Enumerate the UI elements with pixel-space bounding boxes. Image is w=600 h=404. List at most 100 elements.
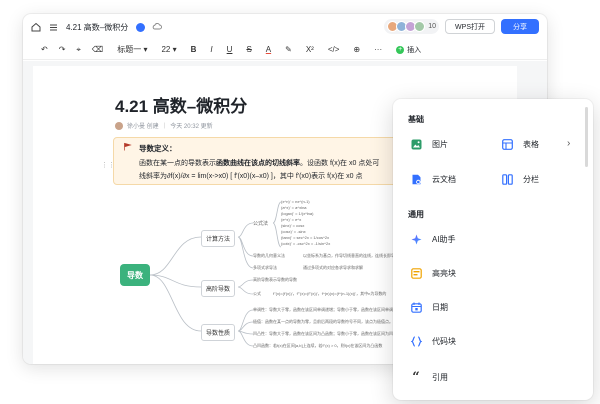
- window-doc-title[interactable]: 4.21 高数–微积分: [66, 22, 128, 33]
- mindmap-formula: (a^x)' = a^xlna: [281, 205, 307, 210]
- panel-item-highlight-block[interactable]: 高亮块: [410, 265, 456, 281]
- panel-item-label: 表格: [523, 139, 539, 149]
- avatar: [414, 21, 426, 32]
- mindmap-note: 高阶导数表示导数的导数: [253, 277, 297, 282]
- heading-select-value: 标题一: [117, 45, 142, 54]
- panel-item-label: 引用: [432, 372, 448, 382]
- format-toolbar: ↶ ↷ ⌖ ⌫ 标题一 ▾ 22 ▾ B I U S A ✎ X² </> ⊕ …: [23, 40, 547, 60]
- panel-item-label: 高亮块: [432, 268, 456, 278]
- strikethrough-button[interactable]: S: [246, 45, 251, 54]
- menu-icon[interactable]: [49, 23, 58, 32]
- link-icon[interactable]: ⊕: [353, 45, 360, 54]
- panel-item-cloud-doc[interactable]: 云文档: [410, 171, 456, 187]
- mindmap-formula: (logax)' = 1/(x*lna): [281, 211, 314, 216]
- mindmap-branch-calc[interactable]: 计算方法: [201, 230, 236, 247]
- page-title[interactable]: 4.21 高数–微积分: [115, 92, 247, 117]
- mindmap-note: 公式: [253, 291, 261, 296]
- mindmap-note: 凸凹函数：若f(x)在区间[a,b]上连续，若f''(x) > 0，则f(x)在…: [253, 343, 383, 348]
- insert-panel: 基础 图片 表格 › 云文档 分栏 通用 AI助手 高亮块 日期 代码块 “ 引…: [393, 99, 593, 400]
- mindmap-root[interactable]: 导数: [120, 264, 150, 286]
- italic-button[interactable]: I: [210, 45, 212, 54]
- clear-format-icon[interactable]: ⌫: [92, 45, 103, 54]
- bold-button[interactable]: B: [191, 45, 197, 54]
- underline-button[interactable]: U: [227, 45, 233, 54]
- mindmap-formula: (cotx)' = -csc^2x = -1/sin^2x: [281, 241, 331, 246]
- mindmap-formula: (e^x)' = e^x: [281, 217, 302, 222]
- calendar-icon: [410, 301, 422, 313]
- font-size-value: 22: [161, 45, 171, 54]
- mindmap-branch-higher[interactable]: 高阶导数: [201, 280, 236, 297]
- callout-line-1-suffix: 。设函数 f(x)在 x0 点处可: [300, 160, 380, 167]
- wps-open-button[interactable]: WPS打开: [445, 19, 495, 34]
- share-button[interactable]: 分享: [501, 19, 539, 34]
- table-icon: [501, 138, 513, 150]
- home-icon[interactable]: [31, 22, 41, 32]
- chevron-right-icon[interactable]: ›: [567, 138, 570, 149]
- mindmap-formula: (x^n)' = nx^(n-1): [281, 199, 310, 204]
- mindmap-note: 单调性：导数大于零，函数在该区间单调递增；导数小于零，函数在该区间单调递减。: [253, 307, 405, 312]
- more-icon[interactable]: ···: [374, 45, 382, 54]
- panel-item-label: 云文档: [432, 174, 456, 184]
- panel-item-ai-assistant[interactable]: AI助手: [410, 231, 456, 247]
- highlight-block-icon: [410, 267, 422, 279]
- mindmap-leaf: 多项式求导法: [253, 265, 277, 270]
- panel-item-date[interactable]: 日期: [410, 299, 448, 315]
- image-icon: [410, 138, 422, 150]
- mindmap-leaf: 公式法: [253, 221, 269, 227]
- mindmap-formula: (sinx)' = cosx: [281, 223, 305, 228]
- callout-line-1: 函数在某一点的导数表示函数曲线在该点的切线斜率。设函数 f(x)在 x0 点处可: [139, 158, 379, 168]
- mindmap-leaf: 导数的几何意义法: [253, 253, 285, 258]
- insert-button[interactable]: + 插入: [396, 45, 421, 55]
- panel-scrollbar[interactable]: [585, 107, 588, 167]
- panel-item-label: AI助手: [432, 234, 456, 244]
- doc-meta: 徐小曼 创建 | 今天 20:32 更新: [115, 121, 213, 130]
- panel-item-table[interactable]: 表格: [501, 136, 539, 152]
- callout-line-1-prefix: 函数在某一点的导数表示: [139, 160, 216, 167]
- cloud-icon[interactable]: [152, 22, 163, 32]
- heading-select[interactable]: 标题一 ▾: [117, 44, 147, 55]
- panel-item-quote[interactable]: “ 引用: [410, 369, 448, 385]
- section-basic-title: 基础: [408, 115, 424, 124]
- highlight-icon[interactable]: ✎: [285, 45, 292, 54]
- collaborator-avatars[interactable]: 10: [384, 19, 440, 34]
- columns-icon: [501, 173, 513, 185]
- sync-status-icon: [136, 22, 146, 32]
- insert-label: 插入: [407, 46, 422, 54]
- font-color-button[interactable]: A: [266, 45, 271, 54]
- callout-line-1-bold: 函数曲线在该点的切线斜率: [216, 160, 300, 167]
- format-painter-icon[interactable]: ⌖: [76, 45, 81, 55]
- mindmap-formula: (cosx)' = -sinx: [281, 229, 306, 234]
- redo-icon[interactable]: ↷: [59, 45, 66, 54]
- panel-item-label: 日期: [432, 302, 448, 312]
- title-bar: 4.21 高数–微积分 10 WPS打开 分享: [23, 14, 547, 40]
- mindmap-formula: (tanx)' = sec^2x = 1/cos^2x: [281, 235, 330, 240]
- panel-item-columns[interactable]: 分栏: [501, 171, 539, 187]
- panel-item-label: 代码块: [432, 336, 456, 346]
- meta-divider: |: [163, 122, 166, 129]
- stage: 4.21 高数–微积分 10 WPS打开 分享 ↶ ↷ ⌖ ⌫ 标题一 ▾ 22…: [0, 0, 600, 404]
- title-bar-actions: 10 WPS打开 分享: [384, 19, 539, 34]
- callout-title: 导数定义：: [139, 144, 177, 153]
- code-block-icon: [410, 335, 422, 347]
- mindmap-note: 通过多项式的对应各求导求和求解: [303, 265, 363, 270]
- cloud-doc-icon: [410, 173, 422, 185]
- panel-item-label: 分栏: [523, 174, 539, 184]
- panel-item-code-block[interactable]: 代码块: [410, 333, 456, 349]
- mindmap-note: f''(x)=(f'(x))'，f'''(x)=(f''(x))'，f^(n)(…: [273, 291, 387, 296]
- superscript-button[interactable]: X²: [306, 45, 314, 54]
- ai-assistant-icon: [410, 233, 422, 245]
- undo-icon[interactable]: ↶: [41, 45, 48, 54]
- flag-icon: [123, 142, 132, 153]
- quote-icon: “: [412, 369, 420, 385]
- avatar-count: 10: [428, 23, 437, 30]
- section-common-title: 通用: [408, 210, 424, 219]
- mindmap-note: 凹凸性：导数大于零，函数在该区间为凸函数；导数小于零，函数在该区间为凹函数。: [253, 331, 405, 336]
- doc-updated: 今天 20:32 更新: [170, 124, 213, 130]
- panel-item-label: 图片: [432, 139, 448, 149]
- plus-icon: +: [396, 45, 405, 54]
- mindmap-branch-props[interactable]: 导数性质: [201, 324, 236, 341]
- code-icon[interactable]: </>: [328, 45, 340, 54]
- doc-author: 徐小曼 创建: [127, 124, 159, 130]
- font-size-select[interactable]: 22 ▾: [161, 45, 176, 54]
- panel-item-image[interactable]: 图片: [410, 136, 448, 152]
